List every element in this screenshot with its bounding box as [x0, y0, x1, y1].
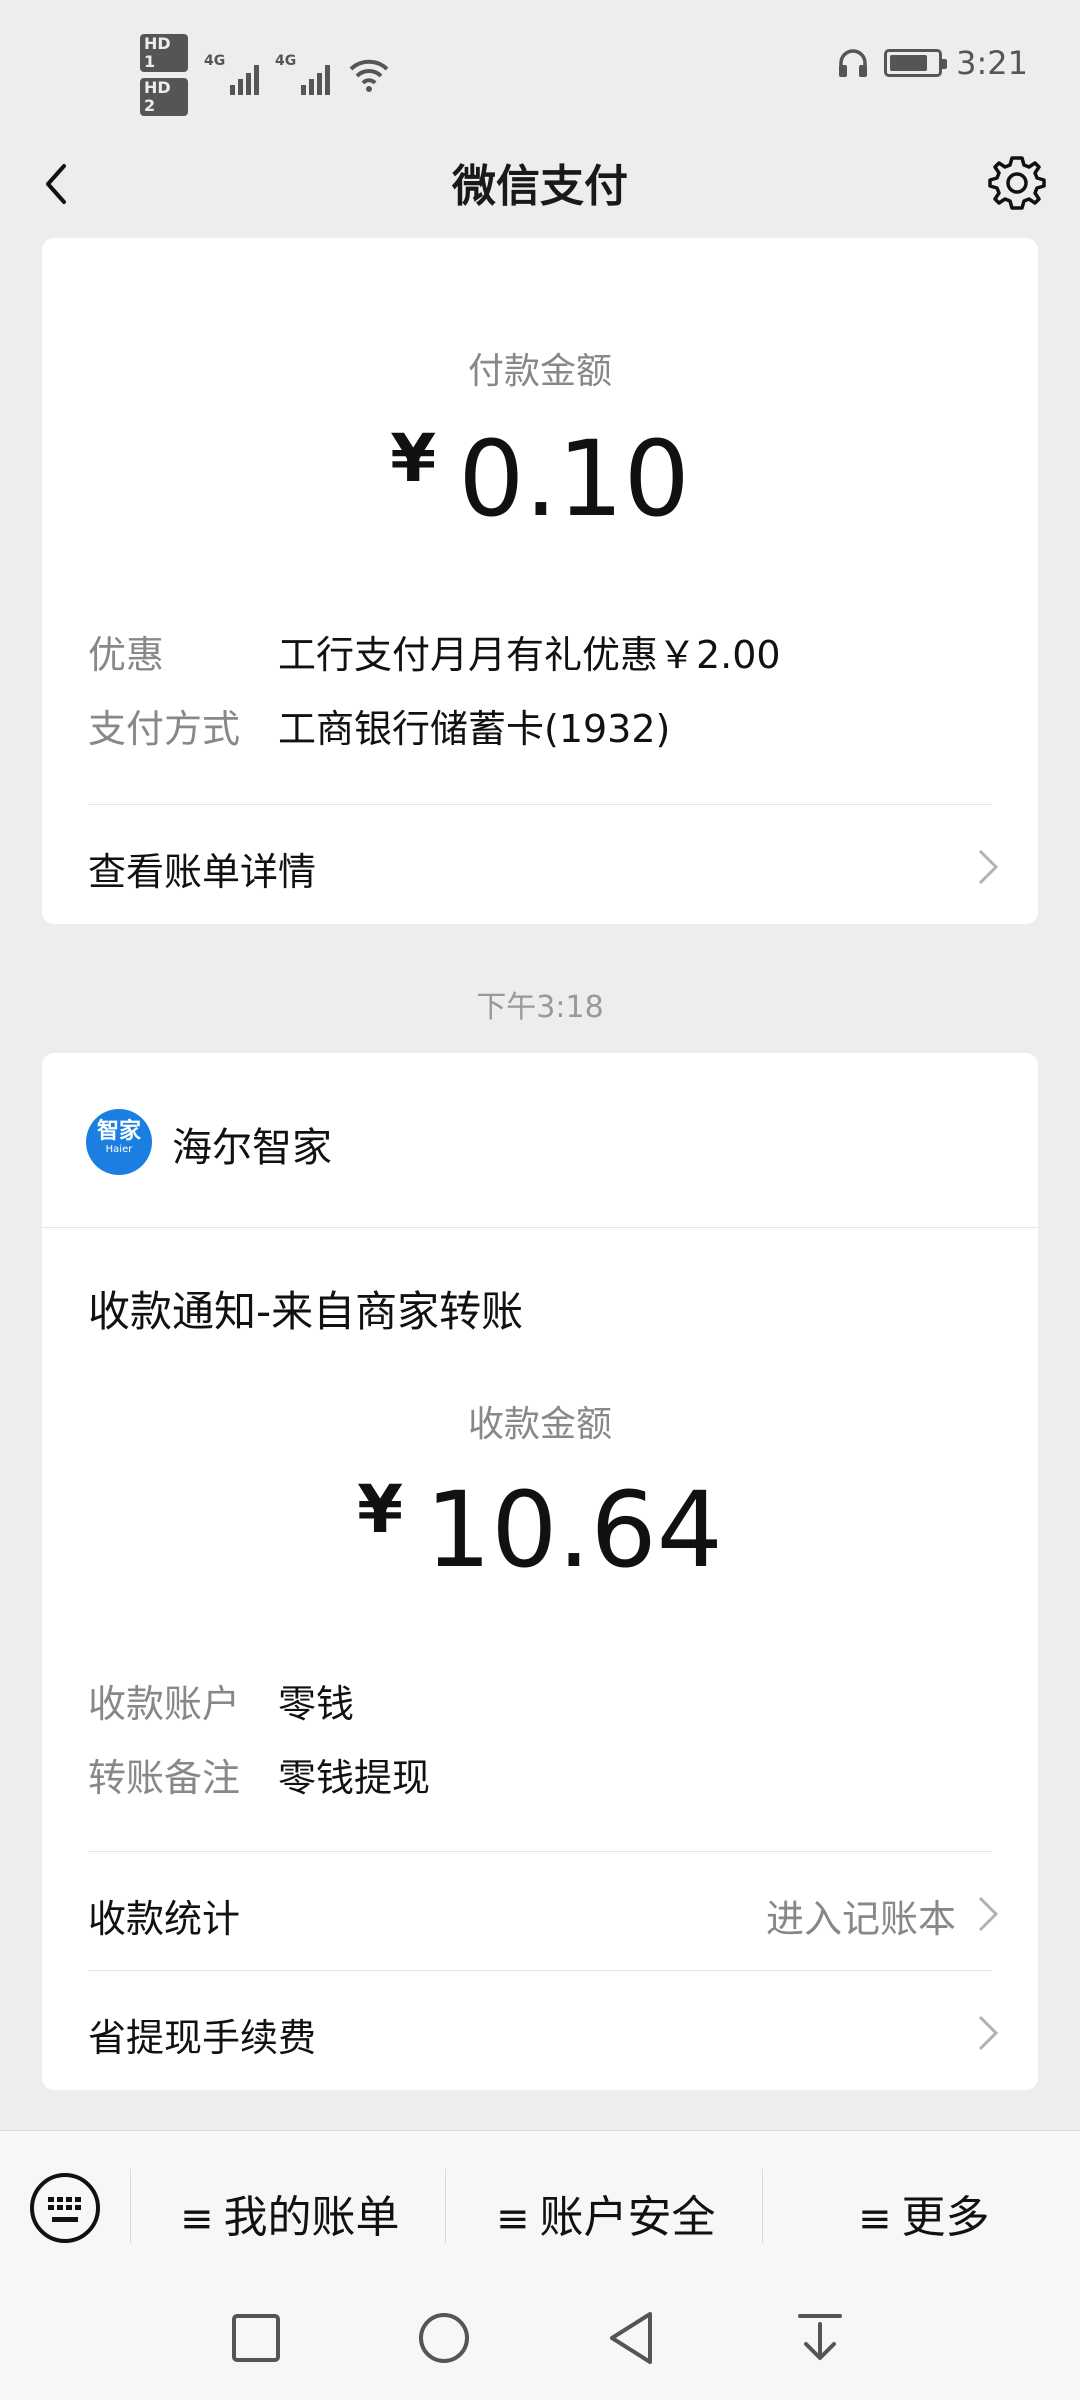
receipt-amount-label: 收款金额 — [467, 1404, 612, 1445]
chevron-right-icon — [978, 2015, 999, 2051]
menu-divider — [130, 2169, 131, 2243]
receive-account-key: 收款账户 — [88, 1682, 241, 1726]
net1-label: 4G — [204, 53, 226, 69]
chevron-right-icon — [978, 849, 999, 885]
recent-apps-icon[interactable] — [226, 2308, 286, 2368]
receipt-currency: ¥ — [357, 1471, 404, 1548]
keyboard-icon[interactable] — [30, 2173, 100, 2243]
view-bill-label: 查看账单详情 — [88, 850, 317, 894]
status-time: 3:21 — [956, 44, 1028, 82]
bottom-menu: ≡ 我的账单 ≡ 账户安全 ≡ 更多 — [0, 2130, 1080, 2278]
merchant-logo[interactable]: 智家 Haier — [86, 1109, 152, 1175]
signal-1-icon: 4G — [204, 53, 259, 95]
save-fee-label: 省提现手续费 — [88, 2016, 317, 2060]
receipt-amount-value: 10.64 — [425, 1469, 723, 1591]
receipt-stats-label: 收款统计 — [88, 1897, 241, 1941]
receive-account-value: 零钱 — [278, 1682, 355, 1726]
payment-amount-label: 付款金额 — [467, 351, 612, 392]
signal-2-icon: 4G — [275, 53, 330, 95]
receipt-amount: ¥10.64 — [42, 1469, 1038, 1591]
status-icons-left: HD 1 HD 2 4G 4G — [140, 34, 390, 116]
notice-title: 收款通知-来自商家转账 — [88, 1287, 524, 1336]
menu-my-bills-label: 我的账单 — [223, 2192, 400, 2243]
view-bill-button[interactable]: 查看账单详情 — [42, 805, 1038, 923]
discount-value: 工行支付月月有礼优惠￥2.00 — [278, 633, 781, 677]
hd1-indicator: HD 1 — [140, 34, 188, 72]
chevron-right-icon — [978, 1896, 999, 1932]
headphones-icon — [839, 49, 868, 77]
menu-account-security[interactable]: ≡ 账户安全 — [496, 2181, 716, 2245]
payment-card: 付款金额 ¥0.10 优惠 工行支付月月有礼优惠￥2.00 支付方式 工商银行储… — [42, 238, 1038, 924]
hd2-indicator: HD 2 — [140, 78, 188, 116]
menu-list-icon: ≡ — [858, 2196, 892, 2242]
divider — [42, 1227, 1038, 1228]
menu-my-bills[interactable]: ≡ 我的账单 — [180, 2181, 400, 2245]
merchant-logo-sub: Haier — [105, 1144, 133, 1155]
menu-list-icon: ≡ — [496, 2196, 530, 2242]
merchant-logo-text: 智家 — [96, 1119, 141, 1144]
menu-divider — [762, 2169, 763, 2243]
home-icon[interactable] — [414, 2308, 474, 2368]
message-timestamp: 下午3:18 — [476, 990, 604, 1025]
ledger-link: 进入记账本 — [765, 1897, 956, 1941]
back-nav-icon[interactable] — [602, 2308, 662, 2368]
status-icons-right: 3:21 — [836, 44, 1028, 82]
menu-more-label: 更多 — [901, 2192, 990, 2243]
page-title: 微信支付 — [452, 161, 628, 212]
payment-amount: ¥0.10 — [42, 418, 1038, 540]
merchant-name[interactable]: 海尔智家 — [172, 1115, 332, 1173]
menu-account-security-label: 账户安全 — [539, 2192, 716, 2243]
battery-icon — [884, 49, 948, 77]
net2-label: 4G — [275, 53, 297, 69]
discount-key: 优惠 — [88, 633, 165, 677]
payment-method-value: 工商银行储蓄卡(1932) — [278, 707, 671, 751]
system-nav-bar — [0, 2278, 1080, 2400]
payment-method-key: 支付方式 — [88, 707, 241, 751]
menu-divider — [445, 2169, 446, 2243]
menu-more[interactable]: ≡ 更多 — [858, 2181, 990, 2245]
hd-indicators: HD 1 HD 2 — [140, 34, 188, 116]
transfer-note-key: 转账备注 — [88, 1756, 241, 1800]
payment-currency: ¥ — [390, 420, 437, 497]
receipt-card: 智家 Haier 海尔智家 收款通知-来自商家转账 收款金额 ¥10.64 收款… — [42, 1053, 1038, 2090]
transfer-note-value: 零钱提现 — [278, 1756, 431, 1800]
payment-amount-value: 0.10 — [458, 418, 690, 540]
wifi-icon — [349, 59, 389, 92]
navbar: 微信支付 — [0, 130, 1080, 240]
notification-pull-icon[interactable] — [790, 2308, 850, 2368]
menu-list-icon: ≡ — [180, 2196, 214, 2242]
status-bar: HD 1 HD 2 4G 4G 3:21 — [0, 0, 1080, 130]
gear-icon[interactable] — [984, 150, 1050, 216]
save-fee-button[interactable]: 省提现手续费 — [42, 1971, 1038, 2089]
receipt-stats-button[interactable]: 收款统计 进入记账本 — [42, 1852, 1038, 1970]
